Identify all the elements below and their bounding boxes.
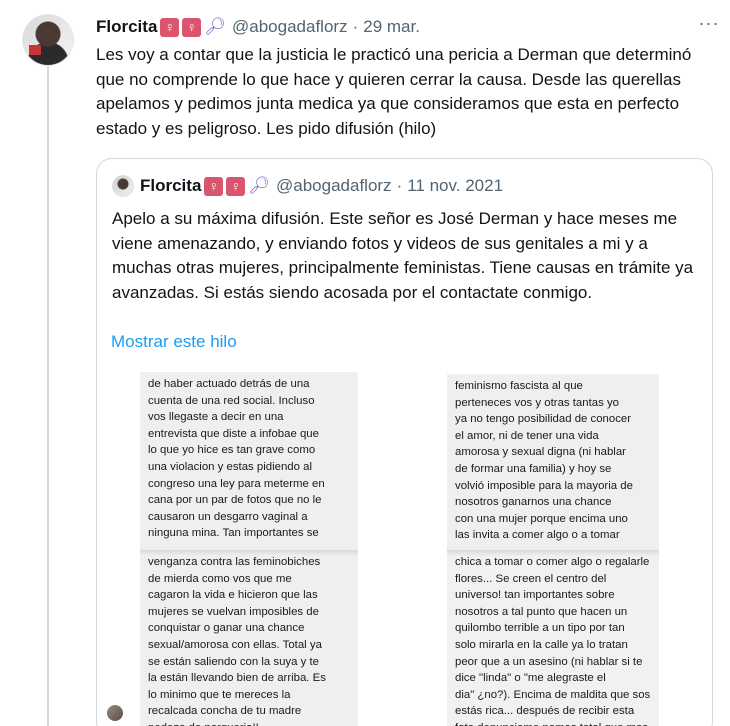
separator-dot: · <box>396 176 403 195</box>
tweet-header: Florcita ♀ ♀ 🔎︎ @abogadaflorz · 29 mar. <box>96 16 420 38</box>
image-divider <box>140 550 358 556</box>
tweet[interactable]: Florcita ♀ ♀ 🔎︎ @abogadaflorz · 29 mar. … <box>0 0 730 726</box>
author-name[interactable]: Florcita <box>96 17 157 37</box>
more-options-icon[interactable]: ··· <box>697 12 721 36</box>
quoted-avatar <box>112 175 134 197</box>
show-thread-link[interactable]: Mostrar este hilo <box>111 332 237 352</box>
image-divider <box>447 550 659 556</box>
quoted-tweet-text: Apelo a su máxima difusión. Este señor e… <box>112 209 694 302</box>
screenshot-text: de haber actuado detrás de una cuenta de… <box>148 378 325 540</box>
separator-dot: · <box>352 17 359 36</box>
female-sign-emoji-icon: ♀ <box>226 176 246 196</box>
screenshot-image[interactable]: feminismo fascista al que perteneces vos… <box>447 374 659 550</box>
quoted-tweet-header: Florcita ♀ ♀ 🔎︎ @abogadaflorz · 11 nov. … <box>112 175 503 197</box>
magnifying-glass-emoji-icon: 🔎︎ <box>204 17 226 36</box>
female-sign-emoji-icon: ♀ <box>182 17 202 37</box>
screenshot-text: chica a tomar o comer algo o regalarle f… <box>455 556 651 726</box>
screenshot-image[interactable]: venganza contra las feminobiches de mier… <box>140 550 358 726</box>
screenshot-image[interactable]: de haber actuado detrás de una cuenta de… <box>140 372 358 550</box>
tweet-text: Les voy a contar que la justicia le prac… <box>96 45 692 138</box>
reply-avatar <box>107 705 123 721</box>
quoted-tweet-date: 11 nov. 2021 <box>407 176 504 195</box>
quoted-tweet[interactable]: Florcita ♀ ♀ 🔎︎ @abogadaflorz · 11 nov. … <box>96 158 713 726</box>
screenshot-text: feminismo fascista al que perteneces vos… <box>455 380 633 542</box>
author-handle[interactable]: @abogadaflorz <box>232 17 348 37</box>
thread-line <box>47 66 49 726</box>
quoted-author-name: Florcita <box>140 176 202 195</box>
flag-icon <box>29 45 41 55</box>
magnifying-glass-emoji-icon: 🔎︎ <box>248 176 270 195</box>
avatar[interactable] <box>22 14 74 66</box>
quoted-author-handle: @abogadaflorz <box>276 176 392 195</box>
female-sign-emoji-icon: ♀ <box>160 17 180 37</box>
tweet-date[interactable]: 29 mar. <box>363 17 420 37</box>
media-grid[interactable]: de haber actuado detrás de una cuenta de… <box>97 364 712 726</box>
female-sign-emoji-icon: ♀ <box>204 176 224 196</box>
screenshot-image[interactable]: chica a tomar o comer algo o regalarle f… <box>447 550 659 726</box>
screenshot-text: venganza contra las feminobiches de mier… <box>148 556 326 726</box>
